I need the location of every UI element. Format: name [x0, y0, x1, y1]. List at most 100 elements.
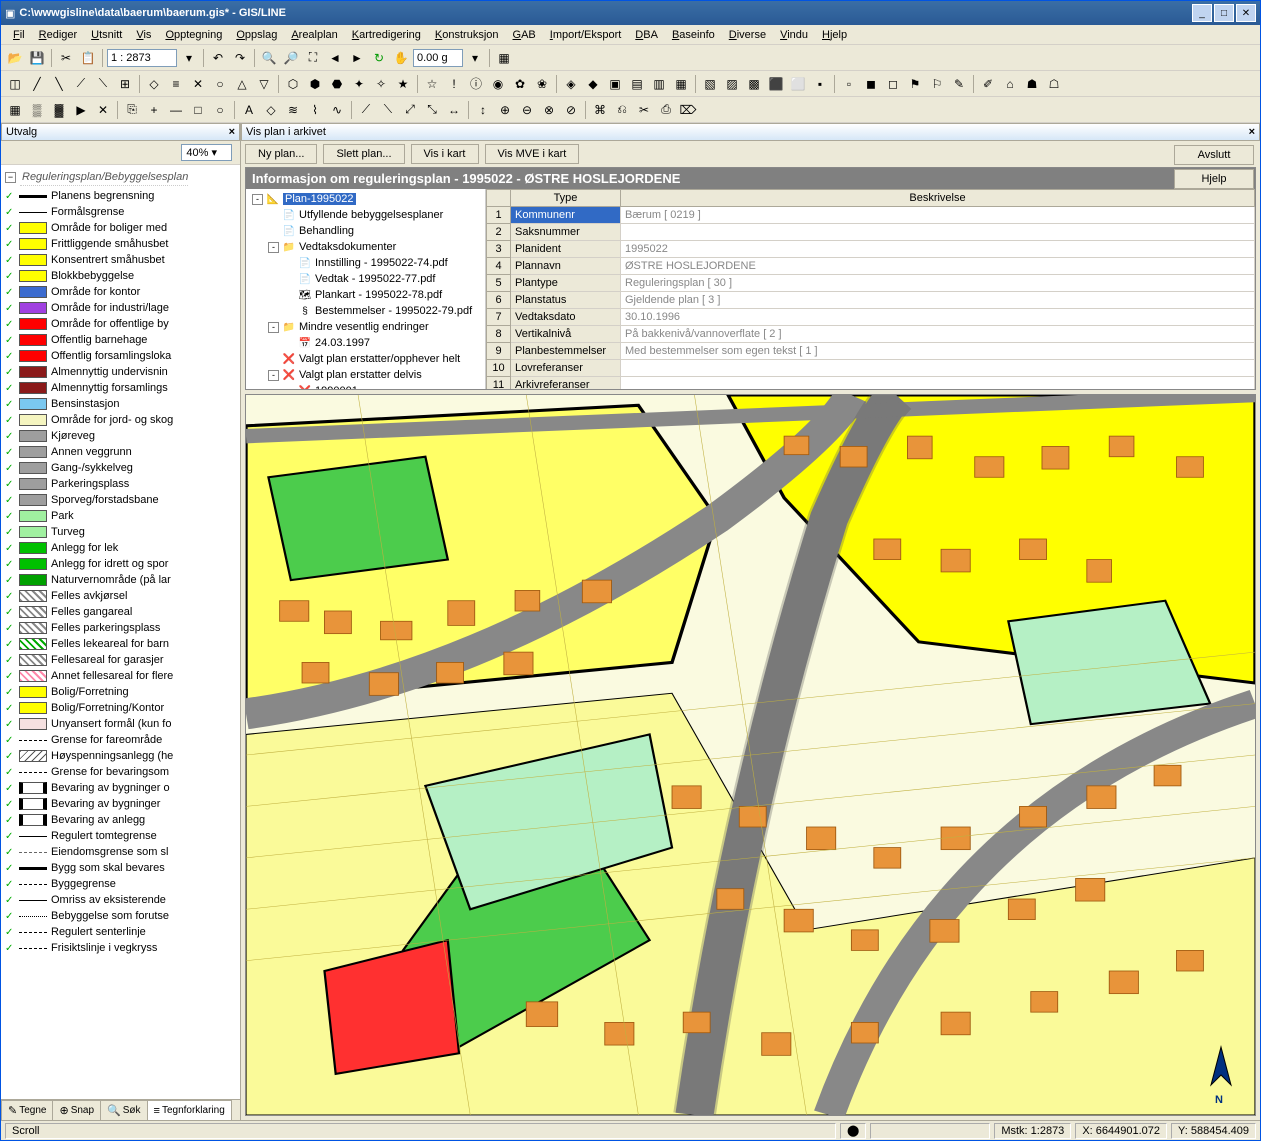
tool-icon[interactable]: ✂	[634, 100, 654, 120]
tree-node[interactable]: 📄Vedtak - 1995022-77.pdf	[248, 271, 483, 287]
tool-icon[interactable]: ▩	[744, 74, 764, 94]
tool-icon[interactable]: ✐	[978, 74, 998, 94]
tool-icon[interactable]: ☆	[422, 74, 442, 94]
legend-item[interactable]: ✓Område for jord- og skog	[3, 412, 238, 428]
legend-item[interactable]: ✓Unyansert formål (kun fo	[3, 716, 238, 732]
plan-button[interactable]: Vis MVE i kart	[485, 144, 580, 164]
table-row[interactable]: 4PlannavnØSTRE HOSLEJORDENE	[487, 258, 1255, 275]
menu-oppslag[interactable]: Oppslag	[230, 27, 283, 43]
tool-icon[interactable]: ○	[210, 100, 230, 120]
tool-icon[interactable]: ✎	[949, 74, 969, 94]
legend-item[interactable]: ✓Regulert tomtegrense	[3, 828, 238, 844]
table-row[interactable]: 5PlantypeReguleringsplan [ 30 ]	[487, 275, 1255, 292]
tool-icon[interactable]: ▦	[671, 74, 691, 94]
tool-icon[interactable]: ⚑	[905, 74, 925, 94]
legend-item[interactable]: ✓Park	[3, 508, 238, 524]
menu-arealplan[interactable]: Arealplan	[285, 27, 343, 43]
plan-button[interactable]: Vis i kart	[411, 144, 479, 164]
tool-icon[interactable]: ⌦	[678, 100, 698, 120]
minimize-button[interactable]: _	[1192, 4, 1212, 22]
tool-icon[interactable]: —	[166, 100, 186, 120]
maximize-button[interactable]: □	[1214, 4, 1234, 22]
legend-item[interactable]: ✓Konsentrert småhusbet	[3, 252, 238, 268]
table-row[interactable]: 7Vedtaksdato30.10.1996	[487, 309, 1255, 326]
tree-node[interactable]: -📐Plan-1995022	[248, 191, 483, 207]
tool-icon[interactable]: ▦	[5, 100, 25, 120]
table-row[interactable]: 6PlanstatusGjeldende plan [ 3 ]	[487, 292, 1255, 309]
opacity-select[interactable]: 40% ▾	[181, 144, 232, 161]
legend-item[interactable]: ✓Bolig/Forretning	[3, 684, 238, 700]
dropdown-icon[interactable]: ▾	[465, 48, 485, 68]
legend-item[interactable]: ✓Anlegg for idrett og spor	[3, 556, 238, 572]
menu-vis[interactable]: Vis	[130, 27, 157, 43]
plan-grid[interactable]: TypeBeskrivelse1KommunenrBærum [ 0219 ]2…	[486, 189, 1255, 389]
angle-input[interactable]	[413, 49, 463, 67]
hjelp-button[interactable]: Hjelp	[1174, 169, 1254, 189]
close-button[interactable]: ✕	[1236, 4, 1256, 22]
save-icon[interactable]: 💾	[27, 48, 47, 68]
tool-icon[interactable]: ◻	[883, 74, 903, 94]
tool-icon[interactable]: ◇	[144, 74, 164, 94]
grid-icon[interactable]: ▦	[494, 48, 514, 68]
tool-icon[interactable]: ⎘	[122, 100, 142, 120]
expand-icon[interactable]: -	[252, 194, 263, 205]
tool-icon[interactable]: ⟋	[71, 74, 91, 94]
tool-icon[interactable]: !	[444, 74, 464, 94]
open-icon[interactable]: 📂	[5, 48, 25, 68]
table-row[interactable]: 1KommunenrBærum [ 0219 ]	[487, 207, 1255, 224]
tool-icon[interactable]: ⌇	[305, 100, 325, 120]
plan-tree[interactable]: -📐Plan-1995022📄Utfyllende bebyggelsespla…	[246, 189, 486, 389]
tool-icon[interactable]: ⊘	[561, 100, 581, 120]
col-beskrivelse[interactable]: Beskrivelse	[621, 190, 1255, 207]
col-type[interactable]: Type	[511, 190, 621, 207]
tool-icon[interactable]: ∿	[327, 100, 347, 120]
legend-item[interactable]: ✓Felles avkjørsel	[3, 588, 238, 604]
cut-icon[interactable]: ✂	[56, 48, 76, 68]
tool-icon[interactable]: ⬛	[766, 74, 786, 94]
tool-icon[interactable]: ⊞	[115, 74, 135, 94]
menu-opptegning[interactable]: Opptegning	[159, 27, 228, 43]
tool-icon[interactable]: ◉	[488, 74, 508, 94]
tree-node[interactable]: ❌Valgt plan erstatter/opphever helt	[248, 351, 483, 367]
tool-icon[interactable]: ⌘	[590, 100, 610, 120]
legend-item[interactable]: ✓Bebyggelse som forutse	[3, 908, 238, 924]
back-icon[interactable]: ◄	[325, 48, 345, 68]
legend-item[interactable]: ✓Gang-/sykkelveg	[3, 460, 238, 476]
legend-item[interactable]: ✓Fellesareal for garasjer	[3, 652, 238, 668]
paste-icon[interactable]: 📋	[78, 48, 98, 68]
tool-icon[interactable]: ╱	[27, 74, 47, 94]
tool-icon[interactable]: ≡	[166, 74, 186, 94]
tool-icon[interactable]: ✿	[510, 74, 530, 94]
legend-item[interactable]: ✓Frittliggende småhusbet	[3, 236, 238, 252]
tool-icon[interactable]: ⬡	[283, 74, 303, 94]
tool-icon[interactable]: ⎙	[656, 100, 676, 120]
legend-item[interactable]: ✓Grense for fareområde	[3, 732, 238, 748]
legend-item[interactable]: ✓Eiendomsgrense som sl	[3, 844, 238, 860]
legend-item[interactable]: ✓Planens begrensning	[3, 188, 238, 204]
tree-node[interactable]: -📁Mindre vesentlig endringer	[248, 319, 483, 335]
legend-item[interactable]: ✓Anlegg for lek	[3, 540, 238, 556]
legend-item[interactable]: ✓Formålsgrense	[3, 204, 238, 220]
legend-item[interactable]: ✓Bevaring av bygninger	[3, 796, 238, 812]
tree-node[interactable]: -❌Valgt plan erstatter delvis	[248, 367, 483, 383]
tool-icon[interactable]: ⟍	[93, 74, 113, 94]
legend-item[interactable]: ✓Kjøreveg	[3, 428, 238, 444]
legend-item[interactable]: ✓Omriss av eksisterende	[3, 892, 238, 908]
forward-icon[interactable]: ►	[347, 48, 367, 68]
menu-gab[interactable]: GAB	[507, 27, 542, 43]
menu-fil[interactable]: Fil	[7, 27, 31, 43]
tree-node[interactable]: 🗺Plankart - 1995022-78.pdf	[248, 287, 483, 303]
legend-item[interactable]: ✓Bygg som skal bevares	[3, 860, 238, 876]
tool-icon[interactable]: ⬜	[788, 74, 808, 94]
zoom-in-icon[interactable]: 🔍	[259, 48, 279, 68]
legend-item[interactable]: ✓Naturvernområde (på lar	[3, 572, 238, 588]
tool-icon[interactable]: ⤢	[400, 100, 420, 120]
tool-icon[interactable]: ◇	[261, 100, 281, 120]
legend-item[interactable]: ✓Offentlig barnehage	[3, 332, 238, 348]
tool-icon[interactable]: ⟍	[378, 100, 398, 120]
tool-icon[interactable]: ▤	[627, 74, 647, 94]
legend-item[interactable]: ✓Annet fellesareal for flere	[3, 668, 238, 684]
plan-button[interactable]: Ny plan...	[245, 144, 317, 164]
tree-node[interactable]: 📄Behandling	[248, 223, 483, 239]
expand-icon[interactable]: -	[268, 242, 279, 253]
